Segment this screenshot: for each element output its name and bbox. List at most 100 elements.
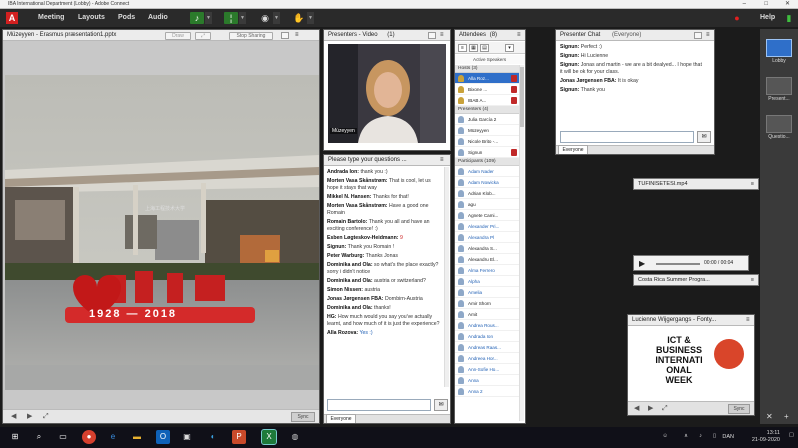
edge-icon[interactable]: e <box>106 430 120 444</box>
attendee-row[interactable]: Andrea Rous... <box>455 320 519 331</box>
outlook-icon[interactable]: O <box>156 430 170 444</box>
pod-menu-icon[interactable]: ≡ <box>295 30 303 38</box>
tray-chevron-icon[interactable]: ∧ <box>684 433 688 439</box>
chat-input[interactable] <box>327 399 431 411</box>
fit-icon[interactable] <box>281 32 289 39</box>
attendee-row[interactable]: Agnete Cami... <box>455 210 519 221</box>
attendee-scrollbar[interactable] <box>519 65 524 421</box>
stop-sharing-button[interactable]: Stop Sharing <box>229 32 273 40</box>
add-layout-icon[interactable]: + <box>784 410 789 424</box>
attendee-row[interactable]: Ann-Sofie Ho... <box>455 364 519 375</box>
speaker-dropdown-icon[interactable]: ▼ <box>205 12 212 24</box>
grid-view-icon[interactable]: ▦ <box>469 44 478 52</box>
attendee-row[interactable]: Amelia <box>455 287 519 298</box>
layout-questions[interactable]: Questio... <box>764 115 794 140</box>
previous-slide-icon[interactable]: ◀ <box>11 412 16 422</box>
edge-chromium-icon[interactable]: ◐ <box>206 430 220 444</box>
ict-sync-button[interactable]: Sync <box>728 404 750 414</box>
attendee-row[interactable]: Andreea Hor... <box>455 353 519 364</box>
microphone-icon[interactable]: ¦ <box>224 12 238 24</box>
attendee-row[interactable]: Alexander Pri... <box>455 221 519 232</box>
adobe-connect-taskbar-icon[interactable]: ◍ <box>288 430 302 444</box>
language-indicator[interactable]: DAN <box>722 434 734 440</box>
excel-icon[interactable]: X <box>261 429 277 445</box>
attendee-row[interactable]: Alla Roz... <box>455 73 519 84</box>
attendee-row[interactable]: Adam Nowicka <box>455 177 519 188</box>
media-progress-bar[interactable] <box>656 263 700 265</box>
attendee-row[interactable]: Anna <box>455 375 519 386</box>
chat-menu-icon[interactable]: ≡ <box>440 155 448 163</box>
menu-meeting[interactable]: Meeting <box>38 9 64 27</box>
attendee-row[interactable]: Alpha <box>455 276 519 287</box>
attendee-row[interactable]: Anna 2 <box>455 386 519 397</box>
attendee-row[interactable]: Nicole Brito -... <box>455 136 519 147</box>
presenter-chat-menu-icon[interactable]: ≡ <box>706 30 714 38</box>
list-view-icon[interactable]: ≡ <box>458 44 467 52</box>
attendee-row[interactable]: Bixone ... <box>455 84 519 95</box>
attendee-row[interactable]: Amit <box>455 309 519 320</box>
attendee-group-header[interactable]: Presenters (4) <box>455 106 519 114</box>
attendee-row[interactable]: agu <box>455 199 519 210</box>
menu-layouts[interactable]: Layouts <box>78 9 105 27</box>
speaker-icon[interactable]: ♪ <box>190 12 204 24</box>
attendee-row[interactable]: Alexandru El... <box>455 254 519 265</box>
status-view-icon[interactable]: ▤ <box>480 44 489 52</box>
attendee-row[interactable]: Signun <box>455 147 519 158</box>
attendee-row[interactable]: Andrada Ion <box>455 331 519 342</box>
chat-tab-everyone[interactable]: Everyone <box>326 414 356 423</box>
store-icon[interactable]: ▣ <box>180 430 194 444</box>
attendee-group-header[interactable]: Participants (109) <box>455 158 519 166</box>
presenter-chat-input[interactable] <box>560 131 694 143</box>
fullscreen-slide-icon[interactable]: ⤢ <box>43 412 49 422</box>
windows-start-icon[interactable]: ⊞ <box>8 430 22 444</box>
attendee-row[interactable]: Julia García 2 <box>455 114 519 125</box>
send-message-icon[interactable]: ✉ <box>434 399 448 411</box>
collapse-layouts-icon[interactable]: ✕ <box>766 410 773 424</box>
menu-pods[interactable]: Pods <box>118 9 135 27</box>
network-icon[interactable]: ▯ <box>713 433 716 439</box>
attendee-row[interactable]: Alexandra S... <box>455 243 519 254</box>
presenter-chat-tab-everyone[interactable]: Everyone <box>558 145 588 154</box>
video-menu-icon[interactable]: ≡ <box>440 30 448 38</box>
video-file-menu-icon[interactable]: ≡ <box>751 179 754 189</box>
attendees-menu-icon[interactable]: ≡ <box>517 30 525 38</box>
ict-pod-menu-icon[interactable]: ≡ <box>746 315 754 323</box>
attendee-row[interactable]: Amir Shorn <box>455 298 519 309</box>
volume-icon[interactable]: ♪ <box>699 433 702 439</box>
video-options-icon[interactable] <box>428 32 436 39</box>
raise-hand-dropdown-icon[interactable]: ▼ <box>307 12 314 24</box>
attendee-scroll-thumb[interactable] <box>520 67 524 127</box>
presenter-send-icon[interactable]: ✉ <box>697 131 711 143</box>
attendee-row[interactable]: Alma Ferrero <box>455 265 519 276</box>
notification-person-icon[interactable]: ☺ <box>662 433 668 439</box>
attendee-row[interactable]: Müzeyyen <box>455 125 519 136</box>
menu-help[interactable]: Help <box>760 9 775 27</box>
next-slide-icon[interactable]: ▶ <box>27 412 32 422</box>
attendee-group-header[interactable]: Hosts (3) <box>455 65 519 73</box>
play-icon[interactable]: ▶ <box>639 259 645 268</box>
search-icon[interactable]: ⌕ <box>32 430 46 444</box>
ict-next-icon[interactable]: ▶ <box>648 404 653 414</box>
chat-scrollbar[interactable] <box>444 167 449 387</box>
system-clock[interactable]: 13:11 21-09-2020 <box>740 430 780 444</box>
chrome-icon[interactable]: ● <box>82 430 96 444</box>
attendee-options-icon[interactable]: ▾ <box>505 44 514 52</box>
minimize-icon[interactable]: – <box>743 0 746 9</box>
attendee-row[interactable]: Andreas Raas... <box>455 342 519 353</box>
attendee-row[interactable]: Alexandra Pl <box>455 232 519 243</box>
presenter-chat-options-icon[interactable] <box>694 32 702 39</box>
microphone-dropdown-icon[interactable]: ▼ <box>239 12 246 24</box>
webcam-icon[interactable]: ◉ <box>258 12 272 24</box>
ict-previous-icon[interactable]: ◀ <box>634 404 639 414</box>
record-icon[interactable]: ● <box>730 12 744 24</box>
fullscreen-button[interactable]: ⤢ <box>195 32 211 40</box>
attendee-row[interactable]: Adam Nader <box>455 166 519 177</box>
ict-fullscreen-icon[interactable]: ⤢ <box>662 404 668 414</box>
menu-audio[interactable]: Audio <box>148 9 168 27</box>
close-icon[interactable]: ✕ <box>785 0 790 9</box>
webcam-dropdown-icon[interactable]: ▼ <box>273 12 280 24</box>
layout-presentation[interactable]: Present... <box>764 77 794 102</box>
powerpoint-icon[interactable]: P <box>232 430 246 444</box>
raise-hand-icon[interactable]: ✋ <box>292 12 306 24</box>
costa-rica-menu-icon[interactable]: ≡ <box>751 275 754 285</box>
